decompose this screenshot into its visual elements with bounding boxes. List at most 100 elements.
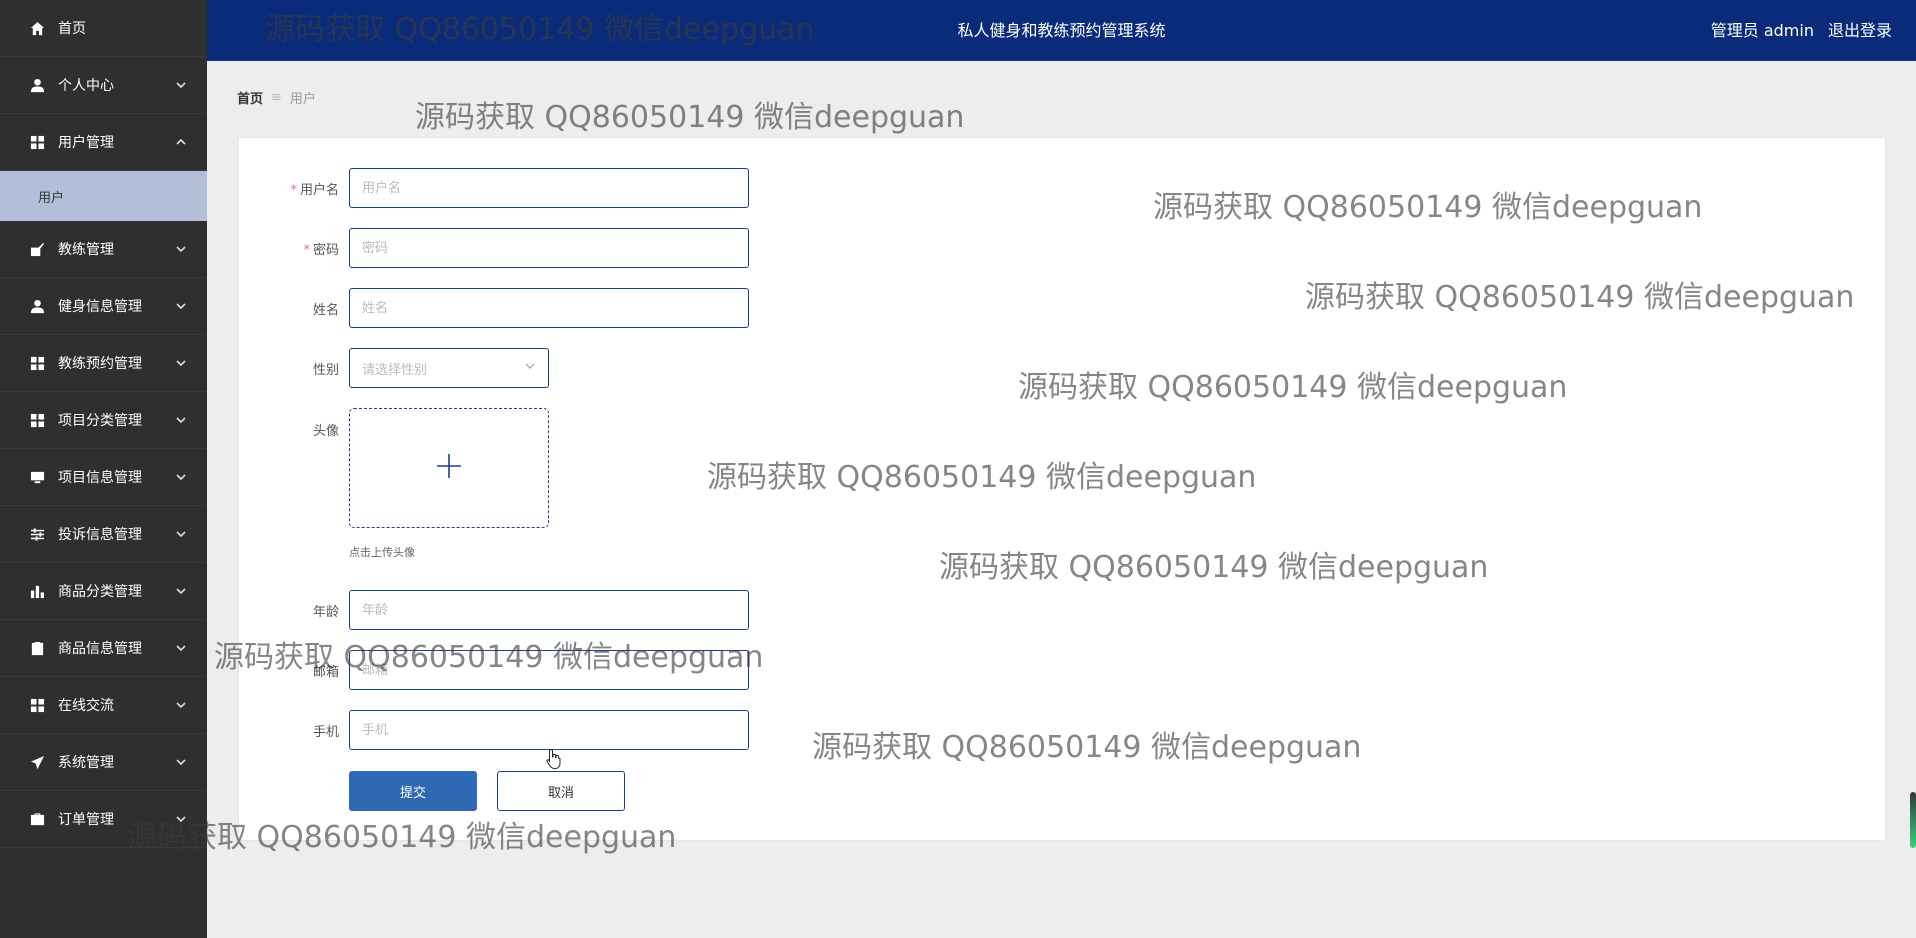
sidebar-item-home[interactable]: 首页 [0, 0, 207, 57]
sidebar-item-label: 项目分类管理 [58, 413, 142, 429]
form-row-phone: 手机 [239, 710, 749, 750]
logout-link[interactable]: 退出登录 [1828, 0, 1892, 61]
sidebar-item-label: 用户管理 [58, 135, 114, 151]
sidebar-item-label: 商品分类管理 [58, 584, 142, 600]
form-row-email: 邮箱 [239, 650, 749, 690]
system-title: 私人健身和教练预约管理系统 [957, 21, 1166, 40]
sidebar-item-user-management[interactable]: 用户管理 [0, 114, 207, 171]
chevron-down-icon [175, 585, 187, 597]
sidebar: 首页 个人中心 用户管理 用户 教练管理 健身信息管理 教练预约管理 项目分类管… [0, 0, 207, 938]
person-icon [28, 297, 46, 315]
sidebar-item-label: 订单管理 [58, 812, 114, 828]
password-label-text: 密码 [312, 242, 339, 258]
breadcrumb: 首页 ≡ 用户 [237, 88, 316, 107]
submenu-item-user[interactable]: 用户 [0, 171, 207, 221]
sidebar-item-label: 首页 [58, 21, 86, 37]
submit-button[interactable]: 提交 [349, 771, 477, 811]
form-row-gender: 性别 请选择性别 [239, 348, 549, 388]
sidebar-item-project-info[interactable]: 项目信息管理 [0, 449, 207, 506]
email-field[interactable] [349, 650, 749, 690]
required-mark: * [290, 182, 297, 198]
chevron-down-icon [175, 79, 187, 91]
watermark: 源码获取 QQ86050149 微信deepguan [415, 100, 965, 135]
sidebar-item-system-management[interactable]: 系统管理 [0, 734, 207, 791]
sidebar-item-fitness-info[interactable]: 健身信息管理 [0, 278, 207, 335]
name-label: 姓名 [312, 302, 339, 318]
age-field[interactable] [349, 590, 749, 630]
sidebar-item-goods-info[interactable]: 商品信息管理 [0, 620, 207, 677]
sidebar-item-label: 教练预约管理 [58, 356, 142, 372]
person-icon [28, 76, 46, 94]
sidebar-item-label: 商品信息管理 [58, 641, 142, 657]
username-field[interactable] [349, 168, 749, 208]
grid-icon [28, 354, 46, 372]
briefcase-icon [28, 810, 46, 828]
chevron-up-icon [175, 136, 187, 148]
monitor-icon [28, 468, 46, 486]
chevron-down-icon [175, 528, 187, 540]
form-row-name: 姓名 [239, 288, 749, 328]
sidebar-item-goods-category[interactable]: 商品分类管理 [0, 563, 207, 620]
form-actions: 提交 取消 [349, 771, 625, 811]
chevron-down-icon [175, 699, 187, 711]
required-mark: * [303, 242, 310, 258]
hand-cursor-icon [546, 748, 561, 770]
clipboard-icon [28, 639, 46, 657]
chevron-down-icon [175, 300, 187, 312]
sidebar-item-online-chat[interactable]: 在线交流 [0, 677, 207, 734]
chevron-down-icon [175, 357, 187, 369]
sidebar-item-coach-management[interactable]: 教练管理 [0, 221, 207, 278]
send-icon [28, 753, 46, 771]
password-label: * 密码 [239, 239, 349, 258]
avatar-label: 头像 [312, 424, 339, 439]
sidebar-item-personal-center[interactable]: 个人中心 [0, 57, 207, 114]
sidebar-item-project-category[interactable]: 项目分类管理 [0, 392, 207, 449]
sidebar-item-coach-booking[interactable]: 教练预约管理 [0, 335, 207, 392]
chevron-down-icon [175, 414, 187, 426]
gender-label: 性别 [312, 362, 339, 378]
user-area: 管理员 admin 退出登录 [1711, 0, 1892, 61]
password-field[interactable] [349, 228, 749, 268]
sliders-icon [28, 525, 46, 543]
chevron-down-icon [175, 813, 187, 825]
breadcrumb-separator: ≡ [271, 90, 282, 105]
sidebar-item-order-management[interactable]: 订单管理 [0, 791, 207, 848]
age-label: 年龄 [312, 604, 339, 620]
avatar-uploader[interactable] [349, 408, 549, 528]
gender-select-placeholder: 请选择性别 [362, 362, 428, 378]
chevron-down-icon [175, 756, 187, 768]
sidebar-item-label: 教练管理 [58, 242, 114, 258]
grid-icon [28, 133, 46, 151]
name-field[interactable] [349, 288, 749, 328]
bar-chart-icon [28, 582, 46, 600]
top-header: 私人健身和教练预约管理系统 管理员 admin 退出登录 [207, 0, 1916, 61]
username-label-text: 用户名 [299, 182, 339, 198]
chevron-down-icon [175, 642, 187, 654]
grid-icon [28, 696, 46, 714]
home-icon [28, 19, 46, 37]
form-row-password: * 密码 [239, 228, 749, 268]
sidebar-item-label: 健身信息管理 [58, 299, 142, 315]
username-label: * 用户名 [239, 179, 349, 198]
sidebar-item-complaint-info[interactable]: 投诉信息管理 [0, 506, 207, 563]
plus-icon [434, 451, 464, 485]
gender-select[interactable]: 请选择性别 [349, 348, 549, 388]
user-name: 管理员 admin [1710, 21, 1814, 40]
sidebar-item-label: 个人中心 [58, 78, 114, 94]
sidebar-item-label: 投诉信息管理 [58, 527, 142, 543]
chevron-down-icon [175, 471, 187, 483]
form-row-username: * 用户名 [239, 168, 749, 208]
breadcrumb-current: 用户 [289, 92, 316, 107]
sidebar-item-label: 系统管理 [58, 755, 114, 771]
grid-icon [28, 411, 46, 429]
phone-field[interactable] [349, 710, 749, 750]
phone-label: 手机 [312, 724, 339, 740]
avatar-upload-tip: 点击上传头像 [349, 546, 415, 559]
sidebar-item-label: 在线交流 [58, 698, 114, 714]
cancel-button[interactable]: 取消 [497, 771, 625, 811]
email-label: 邮箱 [312, 664, 339, 680]
chevron-down-icon [175, 243, 187, 255]
form-row-age: 年龄 [239, 590, 749, 630]
breadcrumb-home[interactable]: 首页 [237, 88, 263, 107]
scroll-indicator[interactable] [1910, 792, 1916, 848]
